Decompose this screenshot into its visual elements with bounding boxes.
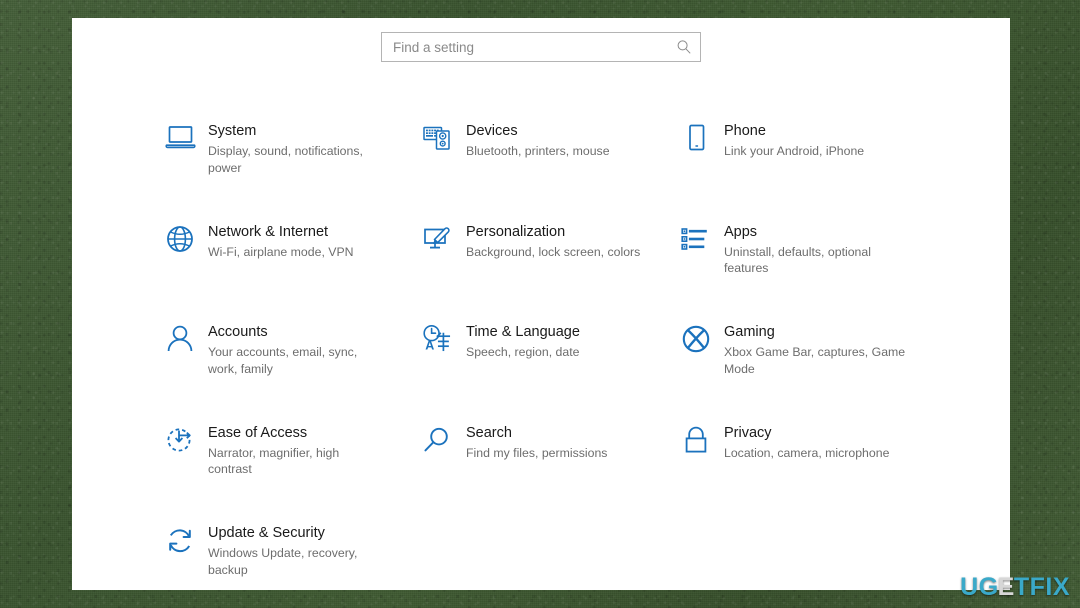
settings-category-text: Network & Internet Wi-Fi, airplane mode,… bbox=[208, 223, 354, 261]
settings-category-grid: System Display, sound, notifications, po… bbox=[164, 122, 994, 590]
search-row bbox=[72, 32, 1010, 62]
settings-category-desc: Location, camera, microphone bbox=[724, 445, 890, 460]
settings-window: System Display, sound, notifications, po… bbox=[72, 18, 1010, 590]
settings-category-text: Personalization Background, lock screen,… bbox=[466, 223, 640, 261]
settings-category-phone[interactable]: Phone Link your Android, iPhone bbox=[680, 122, 942, 223]
settings-category-ease-of-access[interactable]: Ease of Access Narrator, magnifier, high… bbox=[164, 424, 422, 525]
magnifier-icon bbox=[422, 424, 466, 465]
watermark-part-2: E bbox=[997, 573, 1015, 601]
settings-category-update-security[interactable]: Update & Security Windows Update, recove… bbox=[164, 524, 422, 590]
settings-category-text: Apps Uninstall, defaults, optional featu… bbox=[724, 223, 906, 277]
svg-text:A: A bbox=[425, 338, 434, 352]
settings-category-title: Gaming bbox=[724, 324, 775, 340]
settings-category-text: System Display, sound, notifications, po… bbox=[208, 122, 380, 176]
settings-category-desc: Wi-Fi, airplane mode, VPN bbox=[208, 244, 354, 259]
settings-category-text: Phone Link your Android, iPhone bbox=[724, 122, 864, 160]
settings-category-search[interactable]: Search Find my files, permissions bbox=[422, 424, 680, 525]
settings-category-system[interactable]: System Display, sound, notifications, po… bbox=[164, 122, 422, 223]
settings-category-desc: Background, lock screen, colors bbox=[466, 244, 641, 259]
ugetfix-watermark: UG E TFIX bbox=[960, 575, 1070, 600]
clock-language-icon: A bbox=[422, 323, 466, 364]
settings-category-desc: Display, sound, notifications, power bbox=[208, 144, 363, 175]
phone-icon bbox=[680, 122, 724, 163]
settings-category-gaming[interactable]: Gaming Xbox Game Bar, captures, Game Mod… bbox=[680, 323, 942, 424]
settings-category-title: Personalization bbox=[466, 223, 566, 240]
settings-category-title: System bbox=[208, 123, 257, 139]
settings-category-text: Gaming Xbox Game Bar, captures, Game Mod… bbox=[724, 323, 906, 377]
watermark-part-3: TFIX bbox=[1013, 573, 1070, 601]
settings-category-desc: Uninstall, defaults, optional features bbox=[724, 244, 871, 276]
settings-category-text: Privacy Location, camera, microphone bbox=[724, 424, 889, 462]
settings-category-desc: Find my files, permissions bbox=[466, 445, 608, 460]
person-icon bbox=[164, 323, 208, 364]
settings-category-privacy[interactable]: Privacy Location, camera, microphone bbox=[680, 424, 942, 525]
watermark-part-1: UG bbox=[960, 573, 999, 601]
settings-category-text: Accounts Your accounts, email, sync, wor… bbox=[208, 323, 380, 377]
settings-category-text: Search Find my files, permissions bbox=[466, 424, 607, 462]
globe-icon bbox=[164, 223, 208, 264]
search-box[interactable] bbox=[381, 32, 701, 62]
settings-category-text: Time & Language Speech, region, date bbox=[466, 323, 580, 361]
laptop-icon bbox=[164, 122, 208, 163]
settings-category-network-internet[interactable]: Network & Internet Wi-Fi, airplane mode,… bbox=[164, 223, 422, 324]
settings-category-title: Update & Security bbox=[208, 525, 325, 541]
lock-icon bbox=[680, 424, 724, 465]
settings-category-desc: Speech, region, date bbox=[466, 345, 580, 359]
settings-category-title: Devices bbox=[466, 123, 518, 139]
settings-category-title: Search bbox=[466, 424, 512, 441]
settings-category-apps[interactable]: Apps Uninstall, defaults, optional featu… bbox=[680, 223, 942, 324]
settings-category-accounts[interactable]: Accounts Your accounts, email, sync, wor… bbox=[164, 323, 422, 424]
settings-category-title: Network & Internet bbox=[208, 223, 329, 240]
paintbrush-monitor-icon bbox=[422, 223, 466, 264]
settings-category-desc: Narrator, magnifier, high contrast bbox=[208, 445, 340, 477]
devices-icon bbox=[422, 122, 466, 163]
settings-category-title: Phone bbox=[724, 123, 766, 139]
settings-category-title: Time & Language bbox=[466, 324, 580, 340]
settings-category-title: Privacy bbox=[724, 424, 772, 441]
search-icon[interactable] bbox=[676, 39, 692, 55]
settings-category-text: Update & Security Windows Update, recove… bbox=[208, 524, 380, 578]
settings-category-desc: Link your Android, iPhone bbox=[724, 144, 865, 158]
settings-category-title: Apps bbox=[724, 223, 758, 240]
settings-category-desc: Xbox Game Bar, captures, Game Mode bbox=[724, 345, 906, 376]
settings-category-desc: Your accounts, email, sync, work, family bbox=[208, 345, 358, 376]
settings-category-title: Ease of Access bbox=[208, 424, 308, 441]
ease-of-access-icon bbox=[164, 424, 208, 465]
settings-category-desc: Windows Update, recovery, backup bbox=[208, 546, 358, 577]
settings-category-text: Devices Bluetooth, printers, mouse bbox=[466, 122, 610, 160]
search-input[interactable] bbox=[393, 39, 676, 55]
refresh-icon bbox=[164, 524, 208, 565]
settings-category-desc: Bluetooth, printers, mouse bbox=[466, 144, 610, 158]
apps-list-icon bbox=[680, 223, 724, 264]
settings-category-text: Ease of Access Narrator, magnifier, high… bbox=[208, 424, 380, 478]
settings-category-title: Accounts bbox=[208, 324, 268, 340]
settings-category-personalization[interactable]: Personalization Background, lock screen,… bbox=[422, 223, 680, 324]
settings-category-devices[interactable]: Devices Bluetooth, printers, mouse bbox=[422, 122, 680, 223]
settings-category-time-language[interactable]: A Time & Language Speech, region, date bbox=[422, 323, 680, 424]
xbox-icon bbox=[680, 323, 724, 364]
